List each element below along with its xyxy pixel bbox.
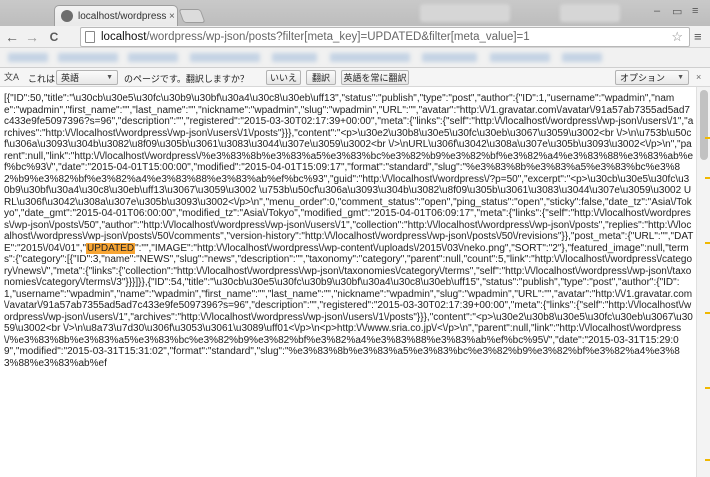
- tab-strip: localhost/wordpress/wp- × – ▭ ≡: [0, 0, 710, 26]
- translate-button[interactable]: 翻訳: [306, 70, 336, 85]
- new-tab-button[interactable]: [178, 9, 206, 23]
- blurred-bookmark[interactable]: [562, 53, 602, 62]
- globe-icon: [61, 10, 73, 22]
- back-arrow-icon[interactable]: ←: [4, 29, 20, 45]
- url-host: localhost: [101, 31, 147, 43]
- language-value: 英語: [61, 73, 80, 83]
- blurred-bookmark[interactable]: [330, 53, 410, 62]
- options-select[interactable]: オプション ▼: [615, 70, 689, 85]
- close-icon[interactable]: ×: [696, 72, 701, 82]
- blurred-region: [420, 4, 510, 22]
- bookmarks-bar: [0, 48, 710, 68]
- address-bar[interactable]: localhost/wordpress/wp-json/posts?filter…: [80, 27, 690, 47]
- translate-prefix: これは: [28, 74, 56, 84]
- window-menu-icon[interactable]: ≡: [692, 5, 698, 17]
- translate-bar: 文A これは 英語 ▼ のページです。翻訳しますか？ いいえ 翻訳 英語を常に翻…: [0, 68, 710, 87]
- json-text-after: ":"","IMAGE":"http:\/\/localhost\/wordpr…: [4, 242, 693, 369]
- tab-localhost[interactable]: localhost/wordpress/wp- ×: [54, 5, 178, 26]
- url-text: localhost/wordpress/wp-json/posts?filter…: [101, 31, 530, 43]
- chevron-down-icon: ▼: [677, 74, 684, 81]
- browser-toolbar: ← → C localhost/wordpress/wp-json/posts?…: [0, 26, 710, 48]
- json-text-before: [{"ID":50,"title":"\u30cb\u30e5\u30fc\u3…: [4, 93, 694, 254]
- minimize-icon[interactable]: –: [654, 5, 660, 17]
- find-result-marker: [705, 312, 710, 314]
- json-response-body: [{"ID":50,"title":"\u30cb\u30e5\u30fc\u3…: [0, 87, 696, 477]
- search-highlight: UPDATED: [86, 242, 136, 254]
- tab-close-icon[interactable]: ×: [169, 11, 175, 22]
- maximize-icon[interactable]: ▭: [672, 5, 682, 18]
- find-result-marker: [705, 137, 710, 139]
- chevron-down-icon: ▼: [106, 74, 113, 81]
- vertical-scrollbar[interactable]: [696, 87, 710, 477]
- find-result-marker: [705, 242, 710, 244]
- blurred-bookmark[interactable]: [490, 53, 550, 62]
- blurred-region: [560, 4, 620, 22]
- menu-icon[interactable]: ≡: [694, 29, 708, 44]
- blurred-bookmark[interactable]: [128, 53, 178, 62]
- find-result-marker: [705, 459, 710, 461]
- tab-title: localhost/wordpress/wp-: [78, 10, 166, 22]
- url-path: /wordpress/wp-json/posts?filter[meta_key…: [146, 31, 530, 43]
- translate-icon: 文A: [4, 72, 20, 82]
- find-result-marker: [705, 177, 710, 179]
- no-button[interactable]: いいえ: [266, 70, 301, 85]
- forward-arrow-icon[interactable]: →: [24, 29, 40, 45]
- blurred-bookmark[interactable]: [190, 53, 260, 62]
- blurred-bookmark[interactable]: [422, 53, 477, 62]
- blurred-bookmark[interactable]: [58, 53, 118, 62]
- blurred-bookmark[interactable]: [8, 53, 48, 62]
- bookmark-star-icon[interactable]: ☆: [671, 29, 683, 45]
- language-select[interactable]: 英語 ▼: [56, 70, 118, 85]
- find-result-marker: [705, 387, 710, 389]
- always-translate-button[interactable]: 英語を常に翻訳: [341, 70, 409, 85]
- scrollbar-thumb[interactable]: [700, 90, 708, 160]
- reload-icon[interactable]: C: [46, 29, 62, 45]
- translate-question: のページです。翻訳しますか？: [124, 74, 249, 84]
- blurred-bookmark[interactable]: [272, 53, 317, 62]
- page-icon: [85, 31, 95, 43]
- options-label: オプション: [620, 73, 666, 83]
- json-text: [{"ID":50,"title":"\u30cb\u30e5\u30fc\u3…: [4, 93, 694, 369]
